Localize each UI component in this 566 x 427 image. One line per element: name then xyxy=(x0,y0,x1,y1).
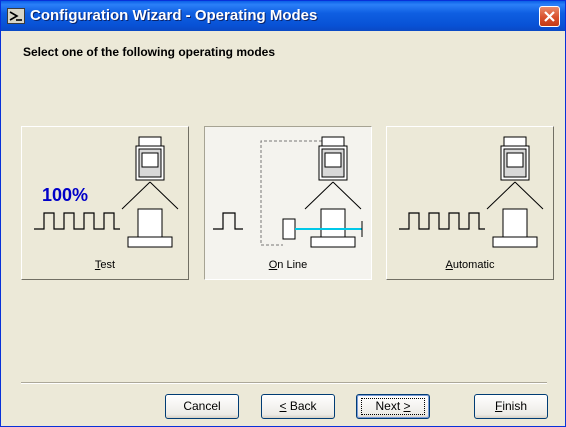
automatic-mode-icon xyxy=(399,136,544,248)
footer-separator xyxy=(21,382,547,384)
focus-rect xyxy=(361,398,425,415)
cancel-button[interactable]: Cancel xyxy=(165,394,239,419)
close-button[interactable] xyxy=(539,6,560,27)
title-bar[interactable]: Configuration Wizard - Operating Modes xyxy=(1,1,565,31)
mode-automatic-label: Automatic xyxy=(445,259,495,271)
mode-online-button[interactable]: On Line xyxy=(204,126,372,280)
badge-text: 100% xyxy=(42,185,88,205)
wizard-icon xyxy=(7,7,25,25)
mode-online-label: On Line xyxy=(268,259,308,271)
wizard-window: Configuration Wizard - Operating Modes S… xyxy=(0,0,566,427)
instruction-text: Select one of the following operating mo… xyxy=(23,45,276,59)
window-title: Configuration Wizard - Operating Modes xyxy=(30,7,318,24)
mode-test-button[interactable]: 100% Test xyxy=(21,126,189,280)
close-icon xyxy=(544,11,555,22)
online-mode-icon xyxy=(213,136,363,248)
mode-test-label: Test xyxy=(94,259,116,271)
mode-automatic-button[interactable]: Automatic xyxy=(386,126,554,280)
test-mode-icon: 100% xyxy=(34,136,179,248)
next-button[interactable]: Next > xyxy=(356,394,430,419)
back-button[interactable]: < Back xyxy=(261,394,335,419)
finish-button[interactable]: Finish xyxy=(474,394,548,419)
